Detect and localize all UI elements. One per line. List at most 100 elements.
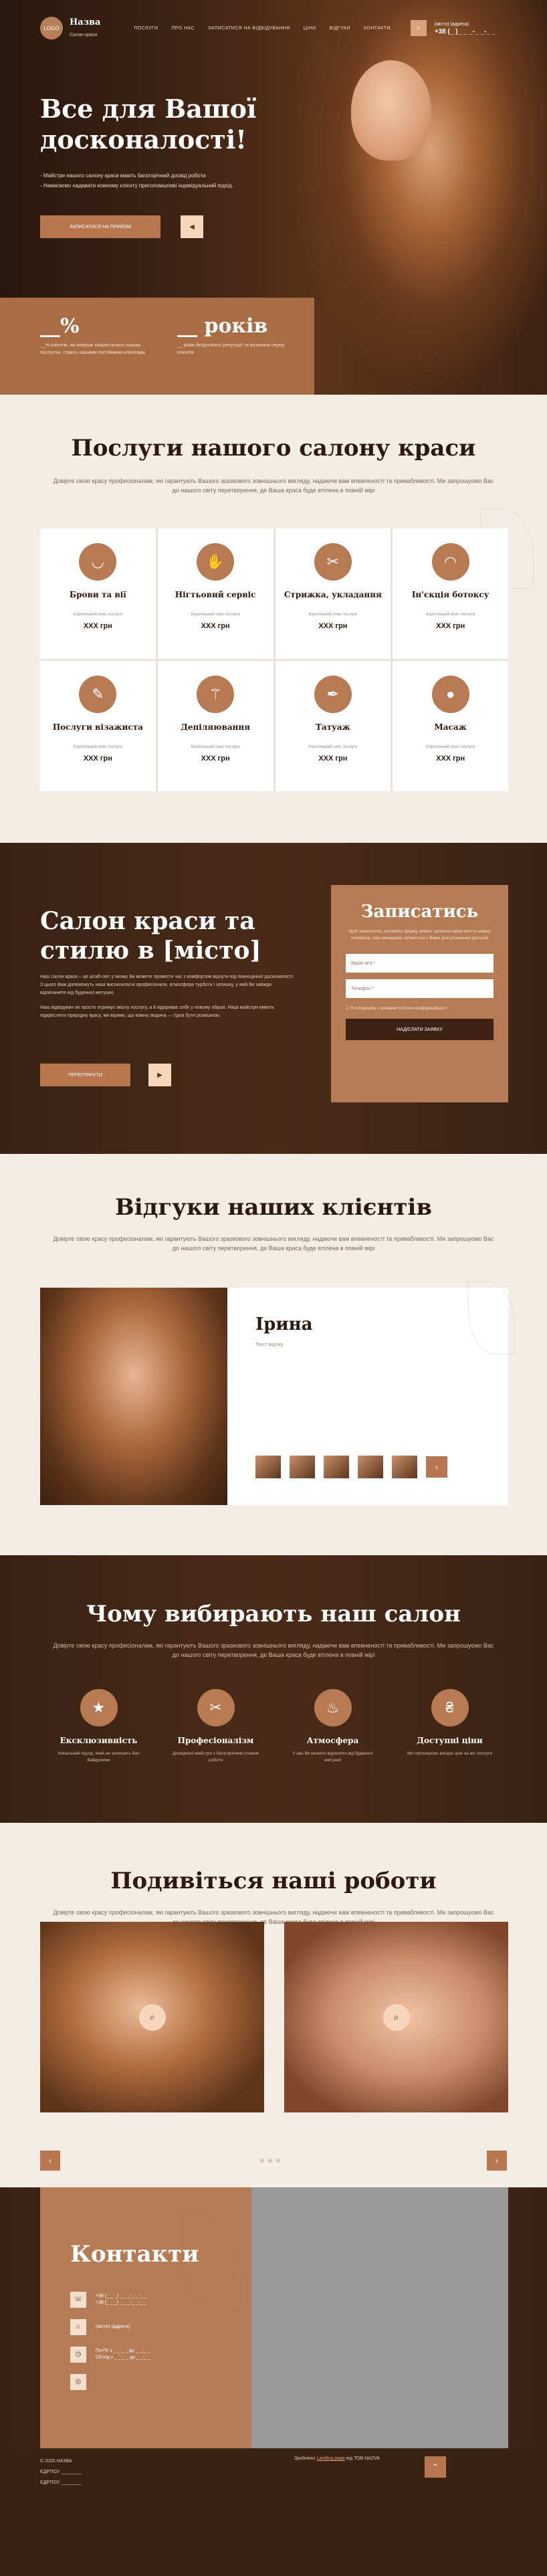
service-card[interactable]: ✂ Стрижка, укладання Коротенький опис посл… xyxy=(275,528,391,659)
service-card[interactable]: ✎ Послуги візажиста Коротенький опис послу… xyxy=(40,661,156,791)
logo[interactable]: LOGO xyxy=(40,17,63,39)
why-item: ♨ Атмосфера У нас Ви можете відпочити від … xyxy=(274,1689,391,1764)
service-name: Ін'єкція ботоксу xyxy=(411,590,489,599)
contact-phone[interactable]: +38 (_ _ _) _ _ _-_ _-_ _ xyxy=(96,2293,146,2300)
nav-item-prices[interactable]: ЦІНИ xyxy=(304,26,316,31)
reviews-lead: Довірте свою красу професіоналам, які га… xyxy=(53,1235,494,1252)
reviewer-thumbnail[interactable] xyxy=(358,1456,383,1478)
header-phone[interactable]: +38 (_ )_ _ _-_ _-_ _ xyxy=(435,28,496,35)
works-title: Подивіться наші роботи xyxy=(110,1868,437,1894)
stats-panel: __% __% клієнтів, які вперше скористалис… xyxy=(0,298,314,395)
service-card[interactable]: ⚚ Депіляювання Коротенький опис послуги XXX… xyxy=(157,661,274,791)
work-photo[interactable]: ⌕ xyxy=(284,1922,508,2112)
chevron-left-icon[interactable]: ‹ xyxy=(40,2151,60,2171)
service-name: Масаж xyxy=(434,722,467,732)
play-icon[interactable]: ◀ xyxy=(181,215,203,238)
nav-item-booking[interactable]: ЗАПИСАТИСЯ НА ВІДВІДУВАННЯ xyxy=(208,26,290,31)
service-card[interactable]: ✒ Татуаж Коротенький опис послуги XXX грн xyxy=(275,661,391,791)
slider-dot[interactable] xyxy=(276,2159,280,2163)
site-header: LOGO Назва Салон краси ПОСЛУГИ ПРО НАС З… xyxy=(40,15,508,41)
nav-item-reviews[interactable]: ВІДГУКИ xyxy=(329,26,350,31)
why-item: ₴ Доступні ціни Ми пропонуємо вигідні ціни… xyxy=(391,1689,508,1764)
price-icon: ₴ xyxy=(431,1689,469,1726)
phone-field[interactable]: Телефон * xyxy=(346,979,494,998)
service-desc: Коротенький опис послуги xyxy=(73,613,122,617)
footer-credits: Зроблено Landing page від ТОВ NAZVA xyxy=(294,2456,380,2461)
header-address: (місто) (адреса) xyxy=(434,21,469,27)
comfort-icon: ♨ xyxy=(314,1689,352,1726)
service-card[interactable]: ◠ Ін'єкція ботоксу Коротенький опис послуг… xyxy=(393,528,508,659)
search-icon[interactable]: ⌕ xyxy=(410,20,427,36)
reviewer-thumbnail[interactable] xyxy=(290,1456,315,1478)
contact-hours: Сб-Нд з _ _:_ _ до _ _:_ _ xyxy=(96,2355,151,2360)
contact-phone[interactable]: +38 (_ _ _) _ _ _-_ _-_ _ xyxy=(96,2300,146,2306)
service-name: Депіляювання xyxy=(181,722,251,732)
footer-edrpou: ЄДРПОУ ________ xyxy=(40,2470,82,2474)
instagram-icon[interactable]: ◎ xyxy=(70,2374,86,2390)
reviewer-thumbnail[interactable] xyxy=(324,1456,349,1478)
name-field[interactable]: Ваше ім'я * xyxy=(346,954,494,973)
service-price: XXX грн xyxy=(318,755,348,763)
massage-icon: ● xyxy=(431,676,469,713)
contact-hours-row: ◷ Пн-Пт з _ _:_ _ до _ _:_ _ Сб-Нд з _ _:_… xyxy=(70,2347,221,2363)
site-footer: © 2020 НАЗВА ЄДРПОУ ________ ЄДРПОУ ____… xyxy=(0,2448,547,2576)
contact-social-row: ◎ xyxy=(70,2374,221,2390)
why-item-text: Досвідчені майстри з багаторічним стажем… xyxy=(172,1751,259,1763)
service-card[interactable]: ● Масаж Коротенький опис послуги XXX грн xyxy=(393,661,508,791)
service-price: XXX грн xyxy=(201,755,230,763)
hero-section: LOGO Назва Салон краси ПОСЛУГИ ПРО НАС З… xyxy=(0,0,547,395)
slider-dots xyxy=(260,2159,280,2163)
service-desc: Коротенький опис послуги xyxy=(426,745,475,749)
hero-point: - Майстри нашого салону краси мають бага… xyxy=(40,173,207,179)
chevron-right-icon[interactable]: › xyxy=(487,2151,507,2171)
services-title: Послуги нашого салону краси xyxy=(71,435,476,462)
service-desc: Коротенький опис послуги xyxy=(426,613,475,617)
reviewer-name: Ірина xyxy=(255,1314,313,1334)
hero-model-face xyxy=(351,60,431,161)
play-icon[interactable]: ▶ xyxy=(148,1064,171,1086)
stat-years: __ років __ років бездоганної репутації … xyxy=(177,314,284,357)
service-desc: Коротенький опис послуги xyxy=(191,745,240,749)
razor-icon: ⚚ xyxy=(197,676,235,713)
footer-credits-link[interactable]: Landing page xyxy=(316,2456,344,2461)
contacts-section: Контакти ☏ +38 (_ _ _) _ _ _-_ _-_ _ +38 (… xyxy=(0,2187,547,2448)
nav-item-services[interactable]: ПОСЛУГИ xyxy=(134,26,158,31)
why-item: ✂ Професіоналізм Досвідчені майстри з бага… xyxy=(157,1689,274,1764)
service-desc: Коротенький опис послуги xyxy=(191,613,240,617)
hero-points: - Майстри нашого салону краси мають бага… xyxy=(40,171,261,191)
salon-paragraph: Наш відвідувач не просто отримує якісну … xyxy=(40,1005,274,1018)
zoom-icon[interactable]: ⌕ xyxy=(382,2003,410,2031)
location-icon: ⌂ xyxy=(70,2319,86,2335)
service-price: XXX грн xyxy=(83,622,112,630)
brand-tagline: Салон краси xyxy=(70,32,98,37)
tools-icon: ✂ xyxy=(197,1689,235,1726)
submit-button[interactable]: НАДІСЛАТИ ЗАЯВКУ xyxy=(346,1019,494,1040)
booking-form: Записатись Щоб записатися, заповніть фор… xyxy=(331,885,508,1102)
work-photo[interactable]: ⌕ xyxy=(40,1922,264,2112)
reviewer-thumbnail[interactable] xyxy=(255,1456,281,1478)
service-price: XXX грн xyxy=(201,622,230,630)
review-card: Ірина Текст відгуку › xyxy=(227,1281,515,1505)
nav-item-about[interactable]: ПРО НАС xyxy=(171,26,194,31)
reviewer-thumbnail[interactable] xyxy=(392,1456,417,1478)
map[interactable] xyxy=(251,2187,508,2448)
why-section: Чому вибирають наш салон Довірте свою кр… xyxy=(0,1555,547,1823)
stat-clients-text: __% клієнтів, які вперше скористалися на… xyxy=(40,343,145,355)
view-button[interactable]: ПЕРЕГЛЯНУТИ xyxy=(40,1064,130,1086)
nav-item-contacts[interactable]: КОНТАКТИ xyxy=(364,26,391,31)
footer-credits-suffix: від ТОВ NAZVA xyxy=(346,2456,380,2461)
scroll-top-icon[interactable]: ⌃ xyxy=(425,2456,446,2478)
hero-model-image xyxy=(288,0,547,395)
chevron-right-icon[interactable]: › xyxy=(426,1456,447,1478)
book-appointment-button[interactable]: ЗАПИСАТИСЯ НА ПРИЙОМ xyxy=(40,215,160,238)
service-price: XXX грн xyxy=(436,755,465,763)
zoom-icon[interactable]: ⌕ xyxy=(138,2003,166,2031)
slider-dot[interactable] xyxy=(268,2159,272,2163)
service-card[interactable]: ✋ Нігтьовий сервіс Коротенький опис послуг… xyxy=(157,528,274,659)
salon-paragraph: Наш салон краси – це штаб-світ у якому В… xyxy=(40,975,295,995)
slider-dot[interactable] xyxy=(260,2159,264,2163)
service-card[interactable]: ◡ Брови та вії Коротенький опис послуги XXX… xyxy=(40,528,156,659)
agree-checkbox[interactable]: ☐ Я погоджуюсь з умовами політики конфід… xyxy=(346,1006,494,1011)
scissors-icon: ✂ xyxy=(314,543,352,581)
form-title: Записатись xyxy=(360,902,479,922)
